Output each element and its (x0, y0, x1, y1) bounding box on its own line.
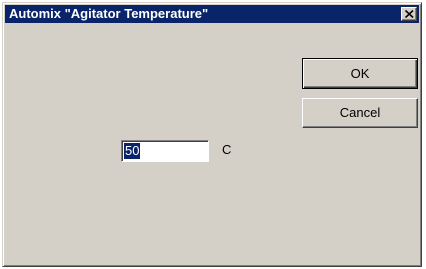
title-bar[interactable]: Automix "Agitator Temperature" (5, 5, 419, 23)
window-title: Automix "Agitator Temperature" (9, 6, 209, 21)
dialog-window: Automix "Agitator Temperature" OK Cancel… (2, 2, 422, 267)
close-button[interactable] (401, 7, 417, 21)
ok-button[interactable]: OK (302, 58, 418, 89)
unit-label: C (222, 142, 232, 157)
cancel-button[interactable]: Cancel (302, 98, 418, 128)
temperature-value: 50 (124, 143, 141, 159)
temperature-input[interactable]: 50 (121, 140, 209, 162)
close-icon (405, 10, 414, 18)
